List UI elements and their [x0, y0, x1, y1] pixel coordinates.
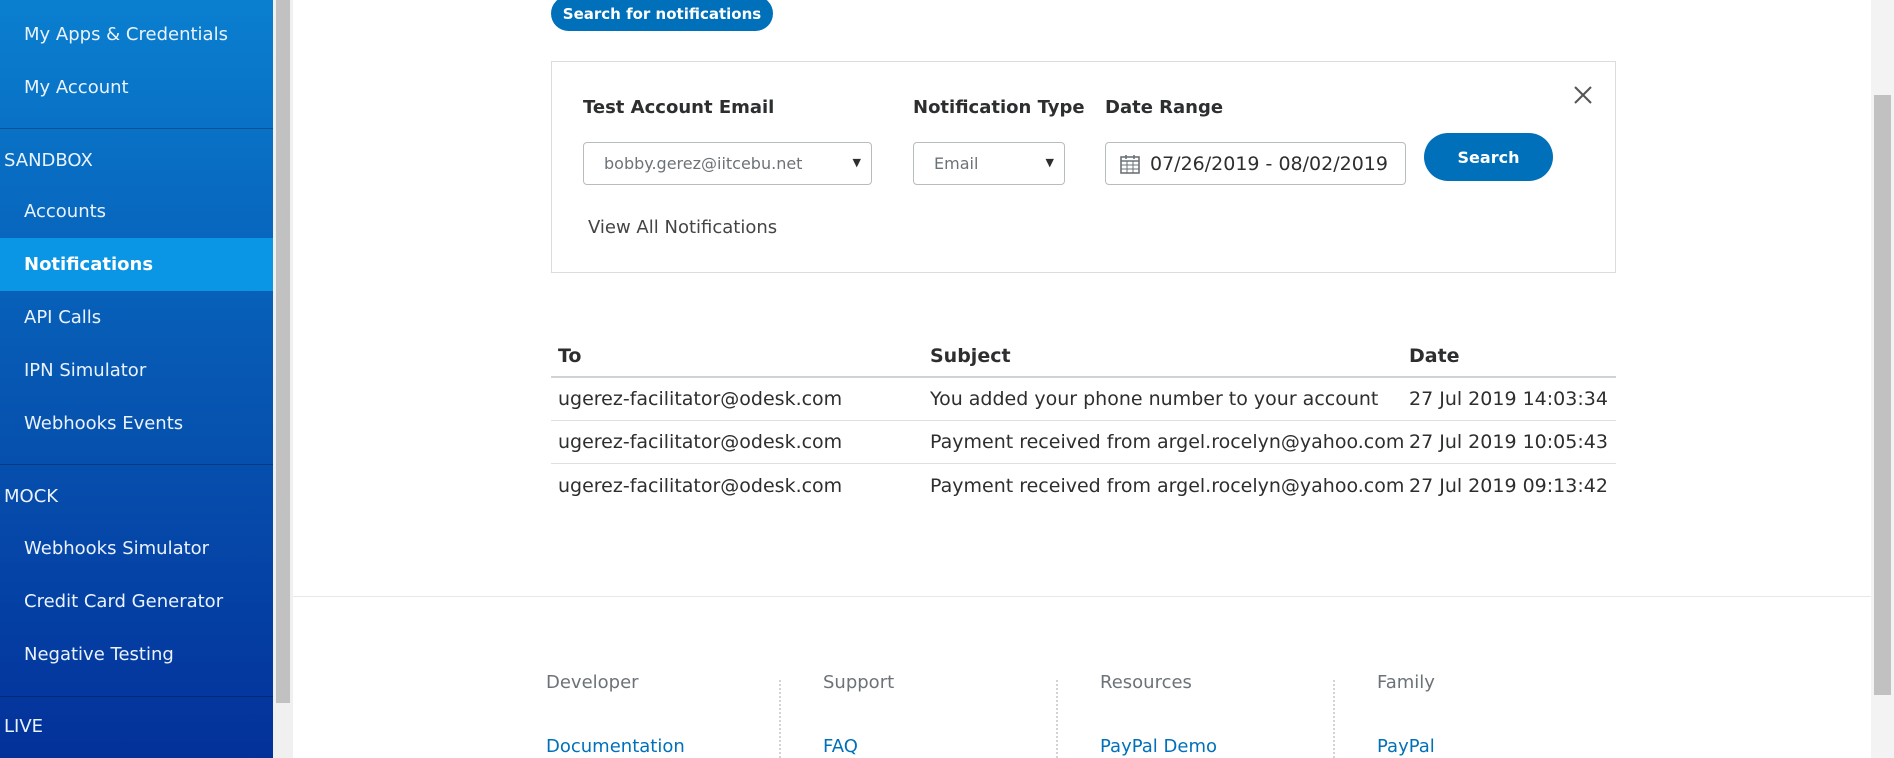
cell-to: ugerez-facilitator@odesk.com: [558, 431, 843, 453]
footer-heading: Developer: [546, 672, 639, 693]
footer-link-paypal[interactable]: PayPal: [1377, 736, 1435, 757]
chevron-down-icon: ▼: [1045, 156, 1054, 169]
sidebar: My Apps & Credentials My Account SANDBOX…: [0, 0, 273, 758]
view-all-notifications-link[interactable]: View All Notifications: [588, 217, 777, 238]
sidebar-divider: [0, 128, 273, 129]
sidebar-item-label: Webhooks Events: [24, 413, 184, 434]
type-label: Notification Type: [913, 97, 1085, 118]
sidebar-item-my-account[interactable]: My Account: [0, 61, 273, 114]
sidebar-divider: [0, 464, 273, 465]
type-select[interactable]: Email ▼: [913, 142, 1065, 185]
cell-subject: Payment received from argel.rocelyn@yaho…: [930, 431, 1405, 453]
sidebar-item-label: Negative Testing: [24, 644, 174, 665]
sidebar-section-sandbox: SANDBOX: [4, 150, 93, 171]
sidebar-divider: [0, 696, 273, 697]
table-row[interactable]: ugerez-facilitator@odesk.com Payment rec…: [551, 464, 1616, 507]
cell-date: 27 Jul 2019 09:13:42: [1409, 474, 1608, 497]
sidebar-item-negative-testing[interactable]: Negative Testing: [0, 628, 273, 681]
footer-column-developer: Developer Documentation: [546, 672, 685, 757]
cell-date: 27 Jul 2019 14:03:34: [1409, 388, 1608, 410]
table-row[interactable]: ugerez-facilitator@odesk.com You added y…: [551, 378, 1616, 421]
table-header: To Subject Date: [551, 336, 1616, 378]
sidebar-item-credit-card-generator[interactable]: Credit Card Generator: [0, 575, 273, 628]
type-select-value: Email: [934, 154, 979, 173]
email-select[interactable]: bobby.gerez@iitcebu.net ▼: [583, 142, 872, 185]
footer-link-faq[interactable]: FAQ: [823, 736, 894, 757]
date-label: Date Range: [1105, 97, 1224, 118]
footer-separator: [1056, 680, 1058, 758]
table-row[interactable]: ugerez-facilitator@odesk.com Payment rec…: [551, 421, 1616, 464]
footer-separator: [1333, 680, 1335, 758]
cell-date: 27 Jul 2019 10:05:43: [1409, 431, 1608, 453]
sidebar-item-notifications[interactable]: Notifications: [0, 238, 273, 291]
search-panel: Test Account Email bobby.gerez@iitcebu.n…: [551, 61, 1616, 273]
sidebar-item-webhooks-simulator[interactable]: Webhooks Simulator: [0, 522, 273, 575]
column-header-date[interactable]: Date: [1409, 336, 1460, 376]
column-header-subject[interactable]: Subject: [930, 336, 1011, 376]
sidebar-item-my-apps[interactable]: My Apps & Credentials: [0, 8, 273, 61]
cell-subject: You added your phone number to your acco…: [930, 388, 1379, 410]
sidebar-section-live: LIVE: [4, 716, 44, 737]
cell-to: ugerez-facilitator@odesk.com: [558, 474, 843, 497]
page-scrollbar-thumb[interactable]: [1874, 95, 1891, 695]
footer-divider: [293, 596, 1871, 597]
footer-heading: Family: [1377, 672, 1435, 693]
sidebar-item-webhooks-events[interactable]: Webhooks Events: [0, 397, 273, 450]
sidebar-item-label: IPN Simulator: [24, 360, 147, 381]
notifications-table: To Subject Date ugerez-facilitator@odesk…: [551, 336, 1616, 507]
sidebar-item-label: My Apps & Credentials: [24, 24, 228, 45]
sidebar-item-label: Accounts: [24, 201, 107, 222]
footer-column-resources: Resources PayPal Demo: [1100, 672, 1217, 757]
sidebar-item-label: Webhooks Simulator: [24, 538, 210, 559]
footer-heading: Support: [823, 672, 895, 693]
search-for-notifications-button[interactable]: Search for notifications: [551, 0, 773, 31]
search-button[interactable]: Search: [1424, 133, 1553, 181]
calendar-icon: [1120, 154, 1140, 174]
column-header-to[interactable]: To: [558, 336, 582, 376]
footer-link-paypal-demo[interactable]: PayPal Demo: [1100, 736, 1217, 757]
email-label: Test Account Email: [583, 97, 775, 118]
footer-link-documentation[interactable]: Documentation: [546, 736, 685, 757]
footer-separator: [779, 680, 781, 758]
sidebar-item-label: Credit Card Generator: [24, 591, 224, 612]
sidebar-item-label: API Calls: [24, 307, 102, 328]
sidebar-item-label: My Account: [24, 77, 129, 98]
sidebar-item-api-calls[interactable]: API Calls: [0, 291, 273, 344]
cell-subject: Payment received from argel.rocelyn@yaho…: [930, 474, 1405, 497]
footer-heading: Resources: [1100, 672, 1192, 693]
sidebar-item-ipn-simulator[interactable]: IPN Simulator: [0, 344, 273, 397]
date-range-input[interactable]: 07/26/2019 - 08/02/2019: [1105, 142, 1406, 185]
email-select-value: bobby.gerez@iitcebu.net: [604, 154, 803, 173]
close-icon[interactable]: [1571, 83, 1595, 107]
sidebar-scrollbar-thumb[interactable]: [276, 0, 290, 703]
date-range-value: 07/26/2019 - 08/02/2019: [1150, 152, 1388, 175]
footer-column-family: Family PayPal: [1377, 672, 1435, 757]
sidebar-section-mock: MOCK: [4, 486, 59, 507]
sidebar-item-accounts[interactable]: Accounts: [0, 185, 273, 238]
sidebar-item-label: Notifications: [24, 254, 154, 275]
cell-to: ugerez-facilitator@odesk.com: [558, 388, 843, 410]
chevron-down-icon: ▼: [852, 156, 861, 169]
footer-column-support: Support FAQ: [823, 672, 894, 757]
